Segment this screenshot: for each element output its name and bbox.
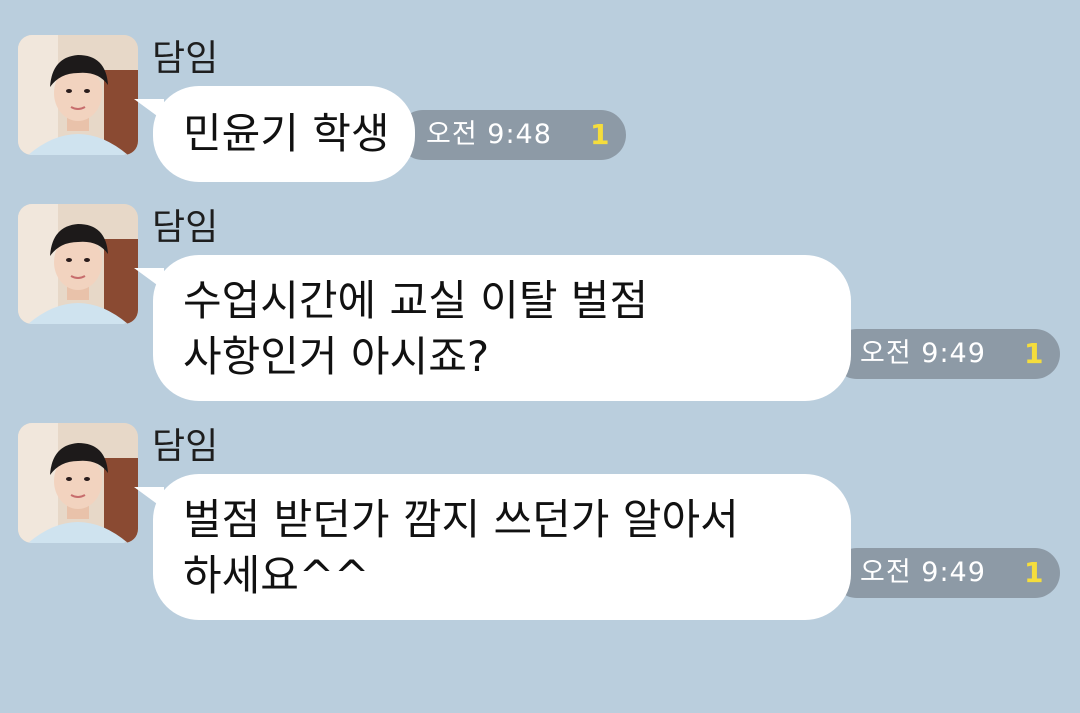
message-row: 담임 오전 9:48 1 민윤기 학생	[0, 35, 1080, 185]
message-time: 오전 9:48	[426, 119, 552, 150]
sender-avatar[interactable]	[18, 35, 138, 155]
sender-name: 담임	[152, 38, 219, 79]
unread-count: 1	[590, 118, 610, 151]
message-status-pill: 오전 9:49 1	[832, 548, 1060, 598]
message-bubble[interactable]: 수업시간에 교실 이탈 벌점 사항인거 아시죠?	[153, 255, 851, 401]
message-text: 벌점 받던가 깜지 쓰던가 알아서 하세요^^	[183, 495, 739, 600]
message-text: 민윤기 학생	[183, 109, 390, 158]
message-row: 담임 오전 9:49 1 수업시간에 교실 이탈 벌점 사항인거 아시죠?	[0, 204, 1080, 404]
unread-count: 1	[1024, 337, 1044, 370]
sender-name: 담임	[152, 207, 219, 248]
message-bubble[interactable]: 벌점 받던가 깜지 쓰던가 알아서 하세요^^	[153, 474, 851, 620]
message-text: 수업시간에 교실 이탈 벌점 사항인거 아시죠?	[183, 276, 649, 381]
sender-avatar[interactable]	[18, 204, 138, 324]
message-time: 오전 9:49	[860, 557, 986, 588]
person-photo-icon	[18, 204, 138, 324]
message-bubble[interactable]: 민윤기 학생	[153, 86, 415, 182]
sender-name: 담임	[152, 426, 219, 467]
sender-avatar[interactable]	[18, 423, 138, 543]
unread-count: 1	[1024, 556, 1044, 589]
message-time: 오전 9:49	[860, 338, 986, 369]
message-status-pill: 오전 9:48 1	[398, 110, 626, 160]
message-row: 담임 오전 9:49 1 벌점 받던가 깜지 쓰던가 알아서 하세요^^	[0, 423, 1080, 623]
person-photo-icon	[18, 423, 138, 543]
message-status-pill: 오전 9:49 1	[832, 329, 1060, 379]
person-photo-icon	[18, 35, 138, 155]
